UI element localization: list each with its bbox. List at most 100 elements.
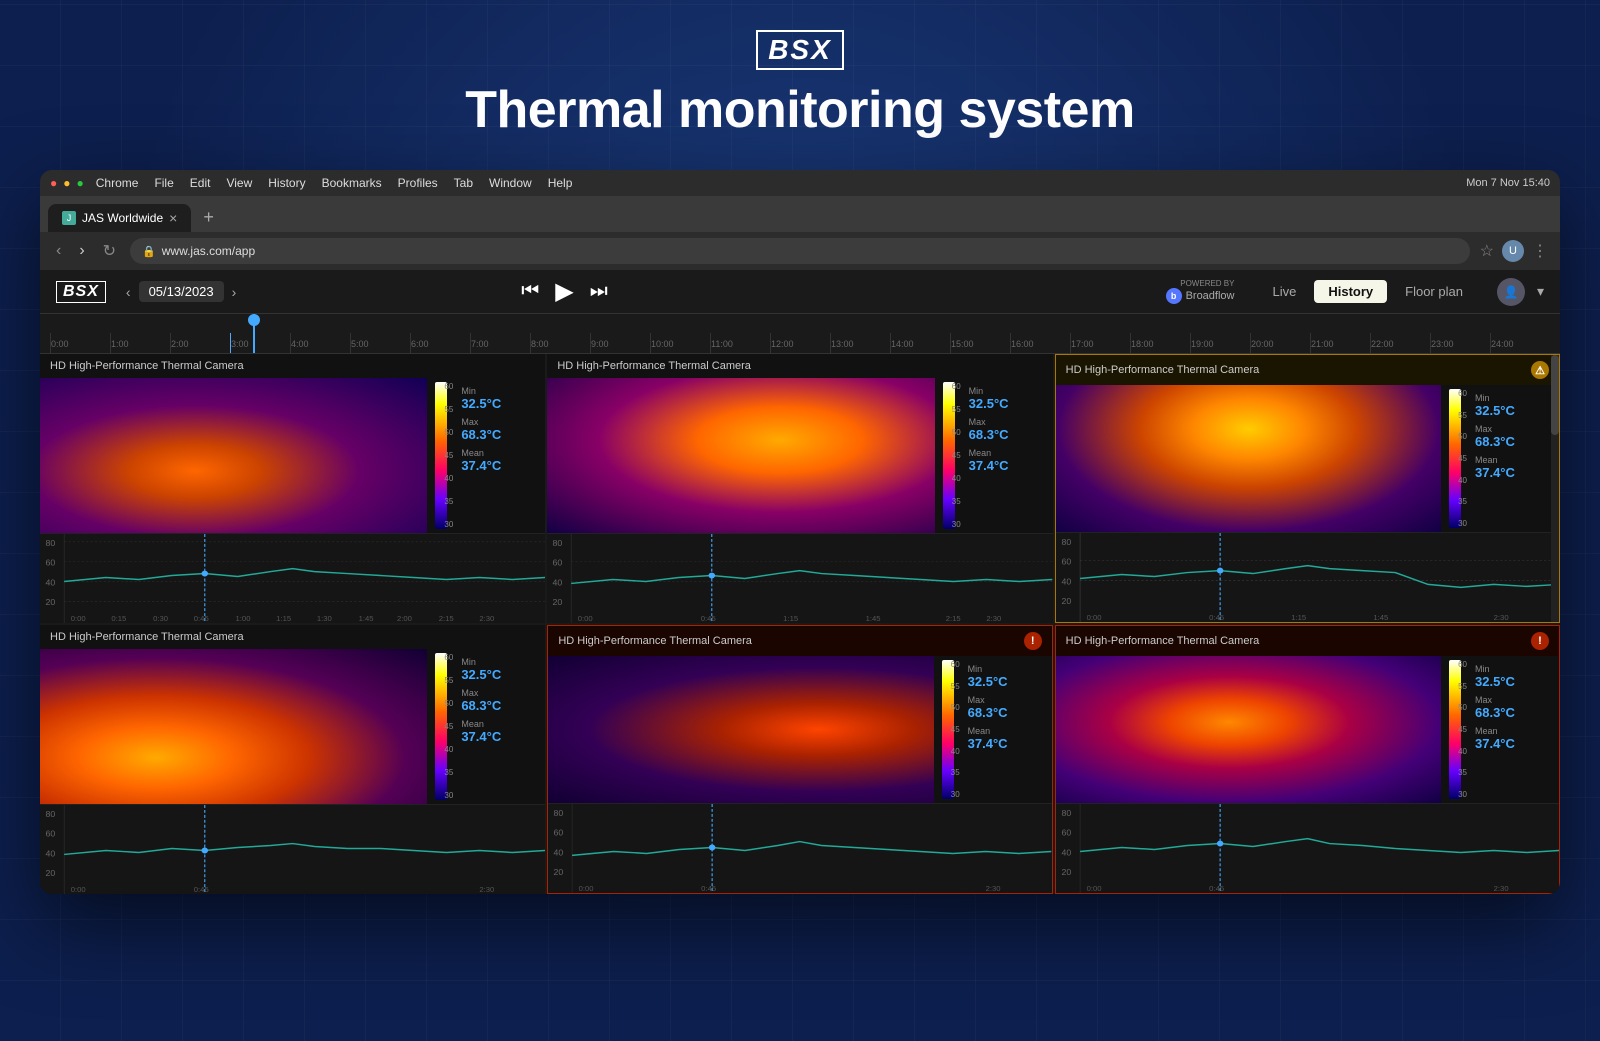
nav-forward-button[interactable]: ›: [75, 240, 88, 262]
camera-1-title: HD High-Performance Thermal Camera: [50, 360, 244, 372]
powered-by-label: POWERED BY: [1180, 279, 1234, 288]
url-lock-icon: 🔒: [142, 245, 156, 258]
timeline[interactable]: 0:00 1:00 2:00 3:00 4:00 5:00 6:00 7:00 …: [40, 314, 1560, 354]
mac-topbar: ● ● ● Chrome File Edit View History Book…: [40, 170, 1560, 196]
tick-22: 22:00: [1370, 333, 1430, 353]
scrollbar-track[interactable]: [1551, 355, 1559, 622]
svg-text:40: 40: [45, 849, 55, 858]
menu-help[interactable]: Help: [548, 176, 573, 190]
menu-tab[interactable]: Tab: [454, 176, 473, 190]
svg-text:0:45: 0:45: [1209, 613, 1224, 622]
extensions-icon[interactable]: ⋮: [1532, 241, 1548, 261]
playback-controls: ⏮ ▶ ⏭: [521, 277, 607, 306]
svg-text:80: 80: [45, 538, 55, 547]
menu-chrome[interactable]: Chrome: [96, 176, 139, 190]
svg-text:1:45: 1:45: [1373, 613, 1388, 622]
date-prev-button[interactable]: ‹: [126, 284, 131, 300]
svg-text:1:00: 1:00: [236, 614, 251, 623]
play-pause-button[interactable]: ▶: [555, 277, 573, 306]
menu-profiles[interactable]: Profiles: [398, 176, 438, 190]
svg-text:20: 20: [45, 598, 55, 607]
broadflow-logo-icon: b: [1166, 288, 1182, 304]
svg-text:2:00: 2:00: [397, 614, 412, 623]
camera-1-temp-readings: Min 32.5°C Max 68.3°C Mean 37.4°C: [455, 378, 545, 533]
camera-2-title: HD High-Performance Thermal Camera: [557, 360, 751, 372]
temp-min-value: 32.5°C: [461, 396, 539, 411]
svg-text:0:45: 0:45: [701, 614, 716, 623]
tab-floor-plan[interactable]: Floor plan: [1391, 280, 1477, 303]
svg-text:0:00: 0:00: [71, 885, 86, 894]
alert-icon-5: !: [1024, 632, 1042, 650]
svg-text:40: 40: [45, 578, 55, 587]
camera-6-title: HD High-Performance Thermal Camera: [1066, 635, 1260, 647]
svg-text:1:45: 1:45: [866, 614, 881, 623]
svg-text:2:30: 2:30: [1493, 613, 1508, 622]
camera-1-color-scale: 60 55 50 45 40 35 30: [427, 378, 455, 533]
url-bar[interactable]: 🔒 www.jas.com/app: [130, 238, 1470, 264]
menu-history[interactable]: History: [268, 176, 305, 190]
camera-2-temp-readings: Min 32.5°C Max 68.3°C Mean 37.4°C: [963, 378, 1053, 533]
tick-13: 13:00: [830, 333, 890, 353]
camera-1-thermal-view: 60 55 50 45 40 35 30 Min 32.5°C: [40, 378, 545, 533]
svg-text:40: 40: [554, 848, 564, 857]
camera-5-temp-readings: Min 32.5°C Max 68.3°C Mean 37.4°C: [962, 656, 1052, 803]
address-bar: ‹ › ↻ 🔒 www.jas.com/app ☆ U ⋮: [40, 232, 1560, 270]
tab-history[interactable]: History: [1314, 280, 1387, 303]
camera-5-title: HD High-Performance Thermal Camera: [558, 635, 752, 647]
menu-edit[interactable]: Edit: [190, 176, 211, 190]
svg-text:80: 80: [1061, 537, 1071, 546]
svg-text:0:45: 0:45: [702, 884, 717, 893]
app-toolbar: BSX ‹ 05/13/2023 › ⏮ ▶ ⏭ POWERED BY b Br…: [40, 270, 1560, 314]
svg-text:2:15: 2:15: [439, 614, 454, 623]
tick-0: 0:00: [50, 333, 110, 353]
timeline-cursor[interactable]: [253, 314, 255, 353]
nav-back-button[interactable]: ‹: [52, 240, 65, 262]
camera-6-image: [1056, 656, 1441, 803]
broadflow-brand-name: Broadflow: [1186, 290, 1235, 302]
tab-favicon: J: [62, 211, 76, 225]
menu-window[interactable]: Window: [489, 176, 532, 190]
tab-close-button[interactable]: ×: [169, 210, 177, 226]
svg-text:0:15: 0:15: [111, 614, 126, 623]
scrollbar-thumb[interactable]: [1551, 355, 1559, 435]
user-menu-chevron[interactable]: ▾: [1537, 283, 1544, 300]
camera-panel-5: HD High-Performance Thermal Camera ! 60 …: [547, 625, 1052, 894]
tick-4: 4:00: [290, 333, 350, 353]
nav-refresh-button[interactable]: ↻: [99, 239, 120, 263]
svg-text:0:00: 0:00: [1086, 613, 1101, 622]
menu-view[interactable]: View: [226, 176, 252, 190]
tick-19: 19:00: [1190, 333, 1250, 353]
camera-panel-3: HD High-Performance Thermal Camera ⚠ 60 …: [1055, 354, 1560, 623]
svg-text:80: 80: [554, 808, 564, 817]
svg-text:0:00: 0:00: [579, 884, 594, 893]
svg-text:0:45: 0:45: [194, 885, 209, 894]
svg-text:20: 20: [1061, 597, 1071, 606]
bookmark-icon[interactable]: ☆: [1480, 241, 1494, 261]
svg-text:1:15: 1:15: [784, 614, 799, 623]
tick-15: 15:00: [950, 333, 1010, 353]
powered-by-section: POWERED BY b Broadflow: [1166, 279, 1235, 304]
tab-live[interactable]: Live: [1258, 280, 1310, 303]
camera-5-chart: 80 60 40 20 0:00 0:45 2:30: [548, 803, 1051, 893]
camera-3-image: [1056, 385, 1441, 532]
svg-text:1:30: 1:30: [317, 614, 332, 623]
camera-1-chart-svg: 80 60 40 20 0:00 0:15 0:30 0:45: [40, 534, 545, 623]
skip-back-button[interactable]: ⏮: [521, 280, 539, 303]
camera-3-thermal-view: 60 55 50 45 40 35 30 Min 32.5°C: [1056, 385, 1559, 532]
date-next-button[interactable]: ›: [232, 284, 237, 300]
profile-icon[interactable]: U: [1502, 240, 1524, 262]
menu-bookmarks[interactable]: Bookmarks: [322, 176, 382, 190]
timeline-cursor-head: [248, 314, 260, 326]
svg-text:20: 20: [553, 598, 563, 607]
svg-text:60: 60: [1061, 828, 1071, 837]
menu-file[interactable]: File: [154, 176, 173, 190]
tick-20: 20:00: [1250, 333, 1310, 353]
tick-5: 5:00: [350, 333, 410, 353]
skip-forward-button[interactable]: ⏭: [590, 280, 608, 303]
browser-tab-active[interactable]: J JAS Worldwide ×: [48, 204, 191, 232]
user-avatar[interactable]: 👤: [1497, 278, 1525, 306]
new-tab-button[interactable]: +: [195, 203, 222, 232]
tick-17: 17:00: [1070, 333, 1130, 353]
camera-2-image: [547, 378, 934, 533]
svg-text:1:15: 1:15: [1291, 613, 1306, 622]
